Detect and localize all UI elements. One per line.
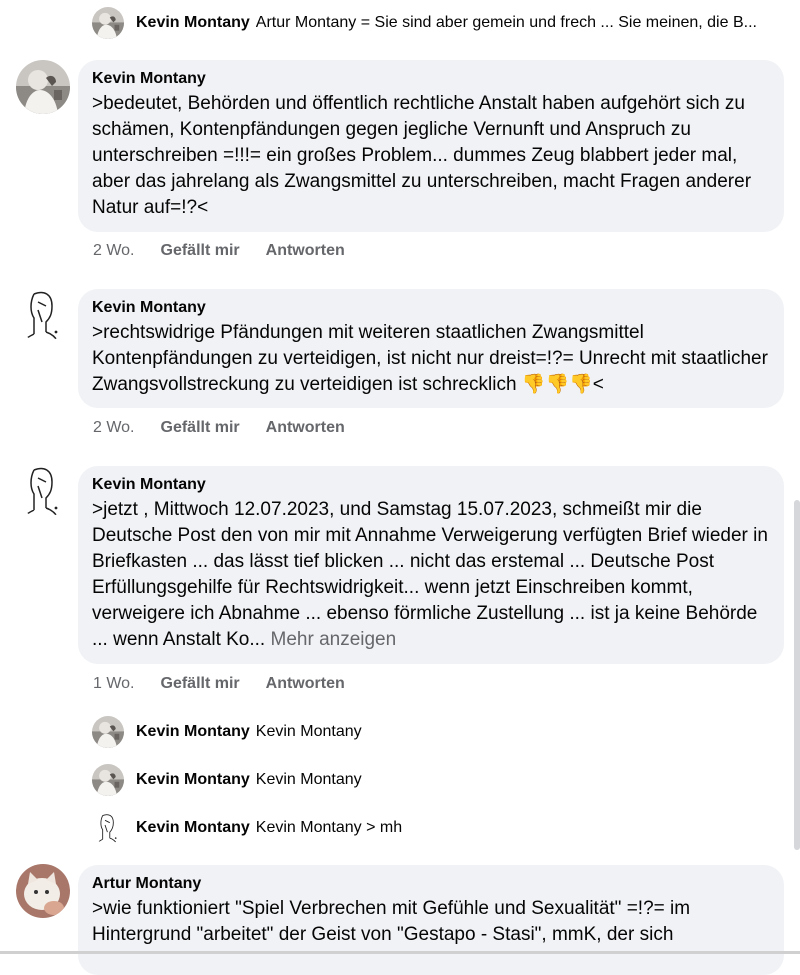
- comment-time[interactable]: 2 Wo.: [93, 419, 135, 437]
- scrollbar[interactable]: [794, 500, 800, 850]
- reply-author[interactable]: Kevin Montany: [136, 14, 250, 32]
- comment-time[interactable]: 1 Wo.: [93, 675, 135, 693]
- reply-button[interactable]: Antworten: [266, 242, 345, 260]
- comment-author[interactable]: Artur Montany: [92, 874, 770, 894]
- avatar-photo-icon[interactable]: [16, 60, 70, 114]
- avatar-sketch-icon[interactable]: [92, 812, 124, 844]
- reply-author[interactable]: Kevin Montany: [136, 819, 250, 837]
- comment-body: >bedeutet, Behörden und öffentlich recht…: [92, 93, 752, 218]
- reply-button[interactable]: Antworten: [266, 675, 345, 693]
- reply-author[interactable]: Kevin Montany: [136, 771, 250, 789]
- reply-author[interactable]: Kevin Montany: [136, 723, 250, 741]
- comment-text: >jetzt , Mittwoch 12.07.2023, und Samsta…: [92, 499, 768, 650]
- comment-author[interactable]: Kevin Montany: [92, 69, 770, 89]
- comment-actions: 1 Wo. Gefällt mir Antworten: [93, 675, 345, 693]
- reply-row[interactable]: Kevin Montany Kevin Montany: [92, 715, 362, 749]
- like-button[interactable]: Gefällt mir: [161, 675, 240, 693]
- see-more-link[interactable]: Mehr anzeigen: [265, 629, 396, 650]
- comment-actions: 2 Wo. Gefällt mir Antworten: [93, 242, 345, 260]
- comment-author[interactable]: Kevin Montany: [92, 298, 770, 318]
- like-button[interactable]: Gefällt mir: [161, 419, 240, 437]
- comment-body: >jetzt , Mittwoch 12.07.2023, und Samsta…: [92, 497, 770, 653]
- reply-row[interactable]: Kevin Montany Kevin Montany: [92, 763, 362, 797]
- comment-body: >rechtswidrige Pfändungen mit weiteren s…: [92, 320, 770, 398]
- reply-button[interactable]: Antworten: [266, 419, 345, 437]
- thumbs-down-icon: 👎👎👎<: [521, 374, 604, 395]
- like-button[interactable]: Gefällt mir: [161, 242, 240, 260]
- reply-snippet[interactable]: Artur Montany = Sie sind aber gemein und…: [256, 14, 757, 32]
- comment-bubble: Artur Montany >wie funktioniert "Spiel V…: [78, 865, 784, 975]
- comment-author[interactable]: Kevin Montany: [92, 475, 770, 495]
- avatar-photo-icon[interactable]: [92, 764, 124, 796]
- comment-bubble: Kevin Montany >bedeutet, Behörden und öf…: [78, 60, 784, 232]
- avatar-sketch-icon[interactable]: [16, 288, 70, 342]
- comment-actions: 2 Wo. Gefällt mir Antworten: [93, 419, 345, 437]
- reply-snippet[interactable]: Kevin Montany: [256, 723, 362, 741]
- reply-snippet[interactable]: Kevin Montany > mh: [256, 819, 402, 837]
- comment-text: >rechtswidrige Pfändungen mit weiteren s…: [92, 322, 768, 395]
- avatar-photo-icon[interactable]: [92, 716, 124, 748]
- comment-time[interactable]: 2 Wo.: [93, 242, 135, 260]
- reply-row[interactable]: Kevin Montany Kevin Montany > mh: [92, 811, 402, 845]
- comment-bubble: Kevin Montany >jetzt , Mittwoch 12.07.20…: [78, 466, 784, 664]
- reply-row[interactable]: Kevin Montany Artur Montany = Sie sind a…: [92, 6, 757, 40]
- avatar-sketch-icon[interactable]: [16, 464, 70, 518]
- comment-body: >wie funktioniert "Spiel Verbrechen mit …: [92, 898, 691, 945]
- avatar-cat-icon[interactable]: [16, 864, 70, 918]
- reply-snippet[interactable]: Kevin Montany: [256, 771, 362, 789]
- comment-bubble: Kevin Montany >rechtswidrige Pfändungen …: [78, 289, 784, 408]
- avatar-photo-icon[interactable]: [92, 7, 124, 39]
